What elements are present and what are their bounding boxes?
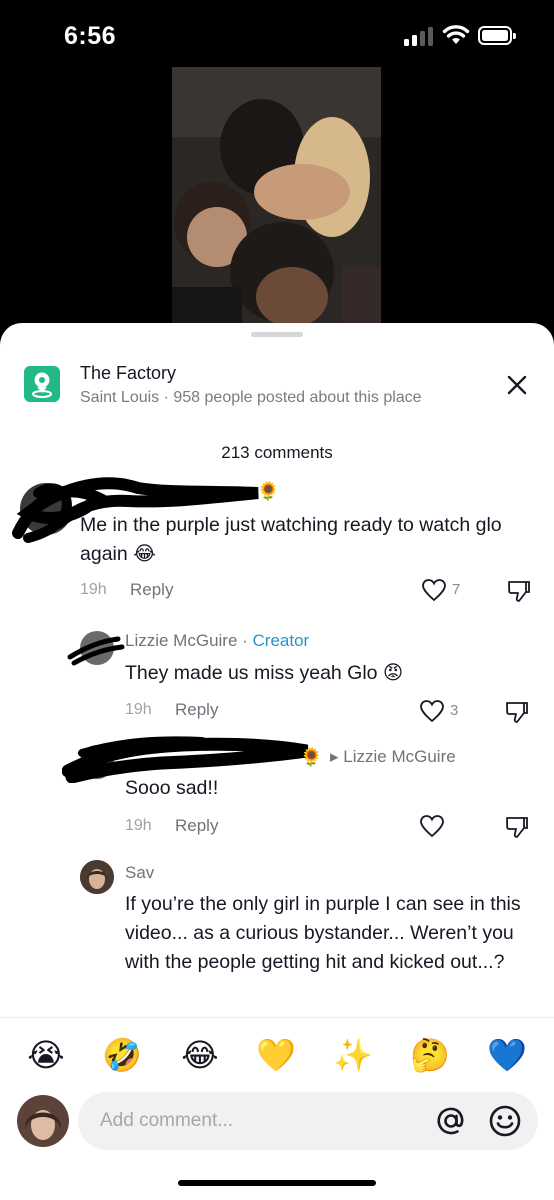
like-count: 7	[452, 581, 461, 598]
dislike-icon[interactable]	[504, 814, 530, 840]
sheet-grabber[interactable]	[251, 332, 303, 337]
battery-icon	[478, 26, 516, 45]
reply-button[interactable]: Reply	[175, 816, 218, 836]
video-frame-image	[172, 67, 381, 329]
sunflower-emoji: 🌻	[300, 747, 323, 767]
comment-text: They made us miss yeah Glo 😡	[125, 662, 404, 684]
signal-icon	[404, 26, 434, 46]
reply-button[interactable]: Reply	[130, 580, 173, 600]
location-pin-icon	[24, 366, 60, 402]
emoji-bar-divider	[0, 1017, 554, 1018]
emoji-joy[interactable]: 😂	[178, 1033, 222, 1077]
place-subtitle: Saint Louis · 958 people posted about th…	[80, 389, 422, 406]
avatar-scribble	[67, 636, 125, 666]
emoji-blue-heart[interactable]: 💙	[485, 1033, 529, 1077]
home-indicator	[178, 1180, 376, 1186]
comment-input-container	[78, 1092, 538, 1150]
comment-time: 19h	[125, 701, 152, 718]
place-name[interactable]: The Factory	[80, 363, 176, 384]
status-time: 6:56	[64, 22, 117, 50]
at-icon[interactable]	[434, 1104, 468, 1138]
like-count: 3	[450, 702, 459, 719]
status-bar: 6:56	[0, 0, 554, 68]
comment-time: 19h	[80, 581, 107, 598]
comment-input[interactable]	[100, 1092, 420, 1150]
emoji-sparkles[interactable]: ✨	[331, 1033, 375, 1077]
emoji-loudly-crying[interactable]: 😭	[24, 1033, 68, 1077]
comment-text: Sooo sad!!	[125, 777, 219, 799]
reply-target-name[interactable]: Lizzie McGuire	[343, 747, 455, 766]
reply-target[interactable]: ▸ Lizzie McGuire	[330, 747, 456, 767]
comment-author[interactable]: Lizzie McGuire · Creator	[125, 631, 309, 651]
dislike-icon[interactable]	[506, 578, 532, 604]
author-name[interactable]: Sav	[125, 863, 154, 883]
avatar[interactable]	[80, 860, 114, 894]
comment-time: 19h	[125, 817, 152, 834]
emoji-yellow-heart[interactable]: 💛	[254, 1033, 298, 1077]
close-icon	[507, 375, 527, 395]
emoji-rofl[interactable]: 🤣	[100, 1033, 144, 1077]
my-avatar[interactable]	[17, 1095, 69, 1147]
author-name[interactable]: Lizzie McGuire	[125, 631, 237, 650]
close-button[interactable]	[503, 371, 531, 399]
comment-text: Me in the purple just watching ready to …	[80, 514, 502, 565]
name-separator: ·	[237, 631, 253, 650]
video-thumbnail[interactable]	[172, 67, 381, 329]
smile-icon[interactable]	[488, 1104, 522, 1138]
comment-text: If you’re the only girl in purple I can …	[125, 893, 521, 973]
wifi-icon	[442, 25, 470, 44]
heart-icon[interactable]	[419, 814, 445, 838]
comments-sheet: The Factory Saint Louis · 958 people pos…	[0, 323, 554, 1200]
sunflower-emoji: 🌻	[257, 481, 280, 501]
heart-icon[interactable]	[421, 578, 447, 602]
reply-button[interactable]: Reply	[175, 700, 218, 720]
emoji-thinking[interactable]: 🤔	[408, 1033, 452, 1077]
dislike-icon[interactable]	[504, 699, 530, 725]
comment-count: 213 comments	[221, 443, 333, 462]
creator-badge: Creator	[252, 631, 310, 650]
heart-icon[interactable]	[419, 699, 445, 723]
